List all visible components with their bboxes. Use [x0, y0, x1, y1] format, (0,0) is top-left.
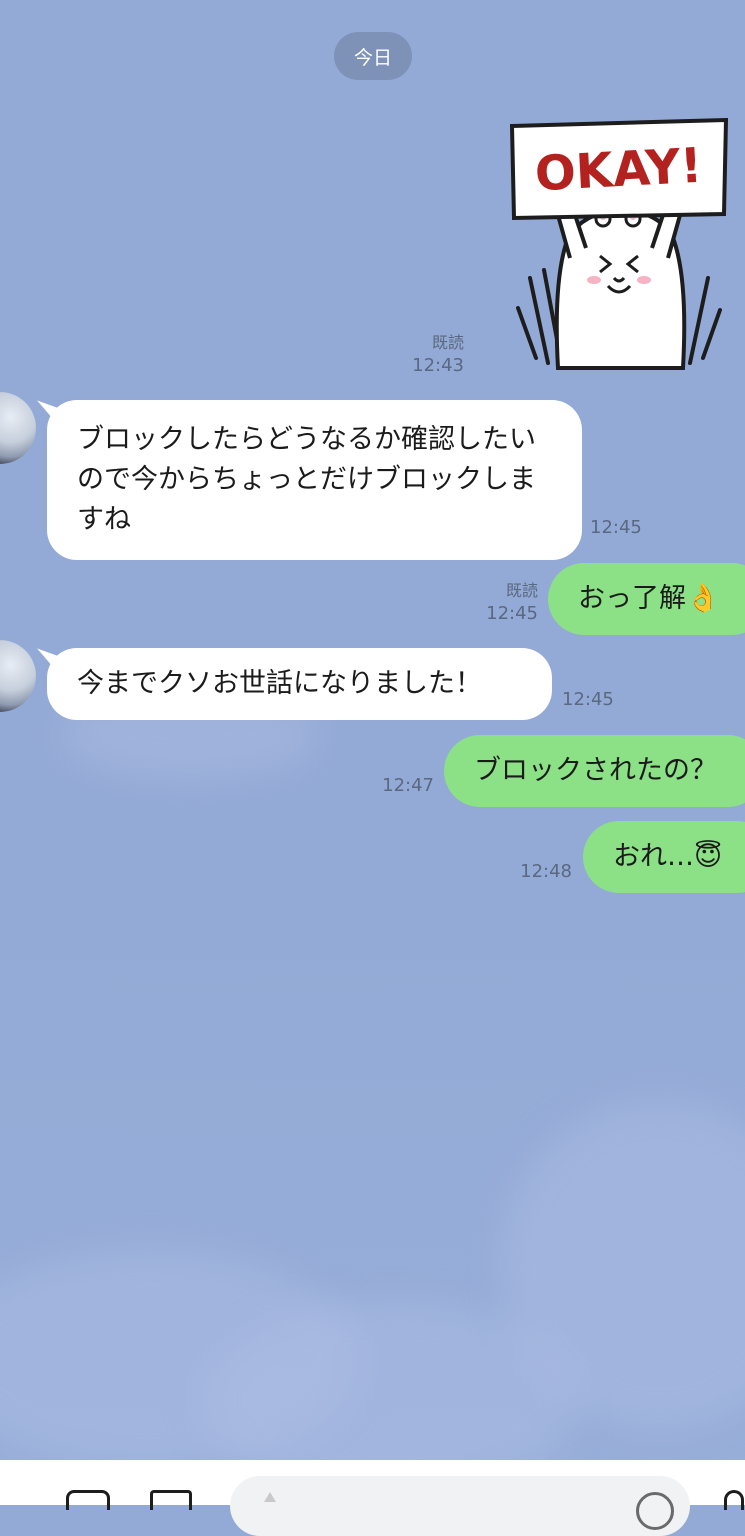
plus-icon[interactable] [0, 1490, 8, 1510]
incoming-message-bubble[interactable]: ブロックしたらどうなるか確認したいので今からちょっとだけブロックしますね [47, 400, 582, 560]
message-time: 12:45 [590, 516, 650, 540]
camera-icon[interactable] [66, 1490, 110, 1510]
message-text: おっ了解👌 [578, 583, 720, 614]
date-separator: 今日 [334, 32, 412, 80]
message-time: 12:43 [412, 355, 464, 376]
outgoing-message-bubble[interactable]: ブロックされたの？ [444, 735, 745, 807]
outgoing-message-bubble[interactable]: おれ…😇 [583, 821, 745, 893]
microphone-icon[interactable] [724, 1490, 744, 1510]
message-input-bar [0, 1460, 745, 1536]
message-time-text: 12:45 [590, 517, 642, 538]
sticker-text: OKAY! [534, 138, 704, 203]
message-text: 今までクソお世話になりました！ [77, 668, 482, 699]
read-receipt: 既読 [431, 333, 464, 352]
incoming-message-bubble[interactable]: 今までクソお世話になりました！ [47, 648, 552, 720]
message-time: 12:47 [374, 774, 434, 798]
emoji-icon[interactable] [636, 1492, 674, 1530]
okay-sticker[interactable]: OKAY! [508, 118, 730, 373]
outgoing-message-bubble[interactable]: おっ了解👌 [548, 563, 745, 635]
date-label: 今日 [353, 46, 392, 69]
message-time: 12:45 [486, 603, 538, 624]
read-receipt: 既読 [505, 581, 538, 600]
message-text: おれ…😇 [613, 841, 723, 872]
message-time: 12:45 [562, 688, 622, 712]
message-time-text: 12:47 [382, 775, 434, 796]
caret-icon [264, 1492, 276, 1502]
message-time-text: 12:48 [520, 861, 572, 882]
message-meta: 既読 12:43 [392, 332, 464, 378]
message-text: ブロックされたの？ [474, 755, 717, 786]
message-meta: 既読 12:45 [466, 580, 538, 626]
image-icon[interactable] [150, 1490, 192, 1510]
message-time-text: 12:45 [562, 689, 614, 710]
message-text: ブロックしたらどうなるか確認したいので今からちょっとだけブロックしますね [77, 424, 536, 535]
message-input[interactable] [230, 1476, 690, 1536]
message-time: 12:48 [512, 860, 572, 884]
